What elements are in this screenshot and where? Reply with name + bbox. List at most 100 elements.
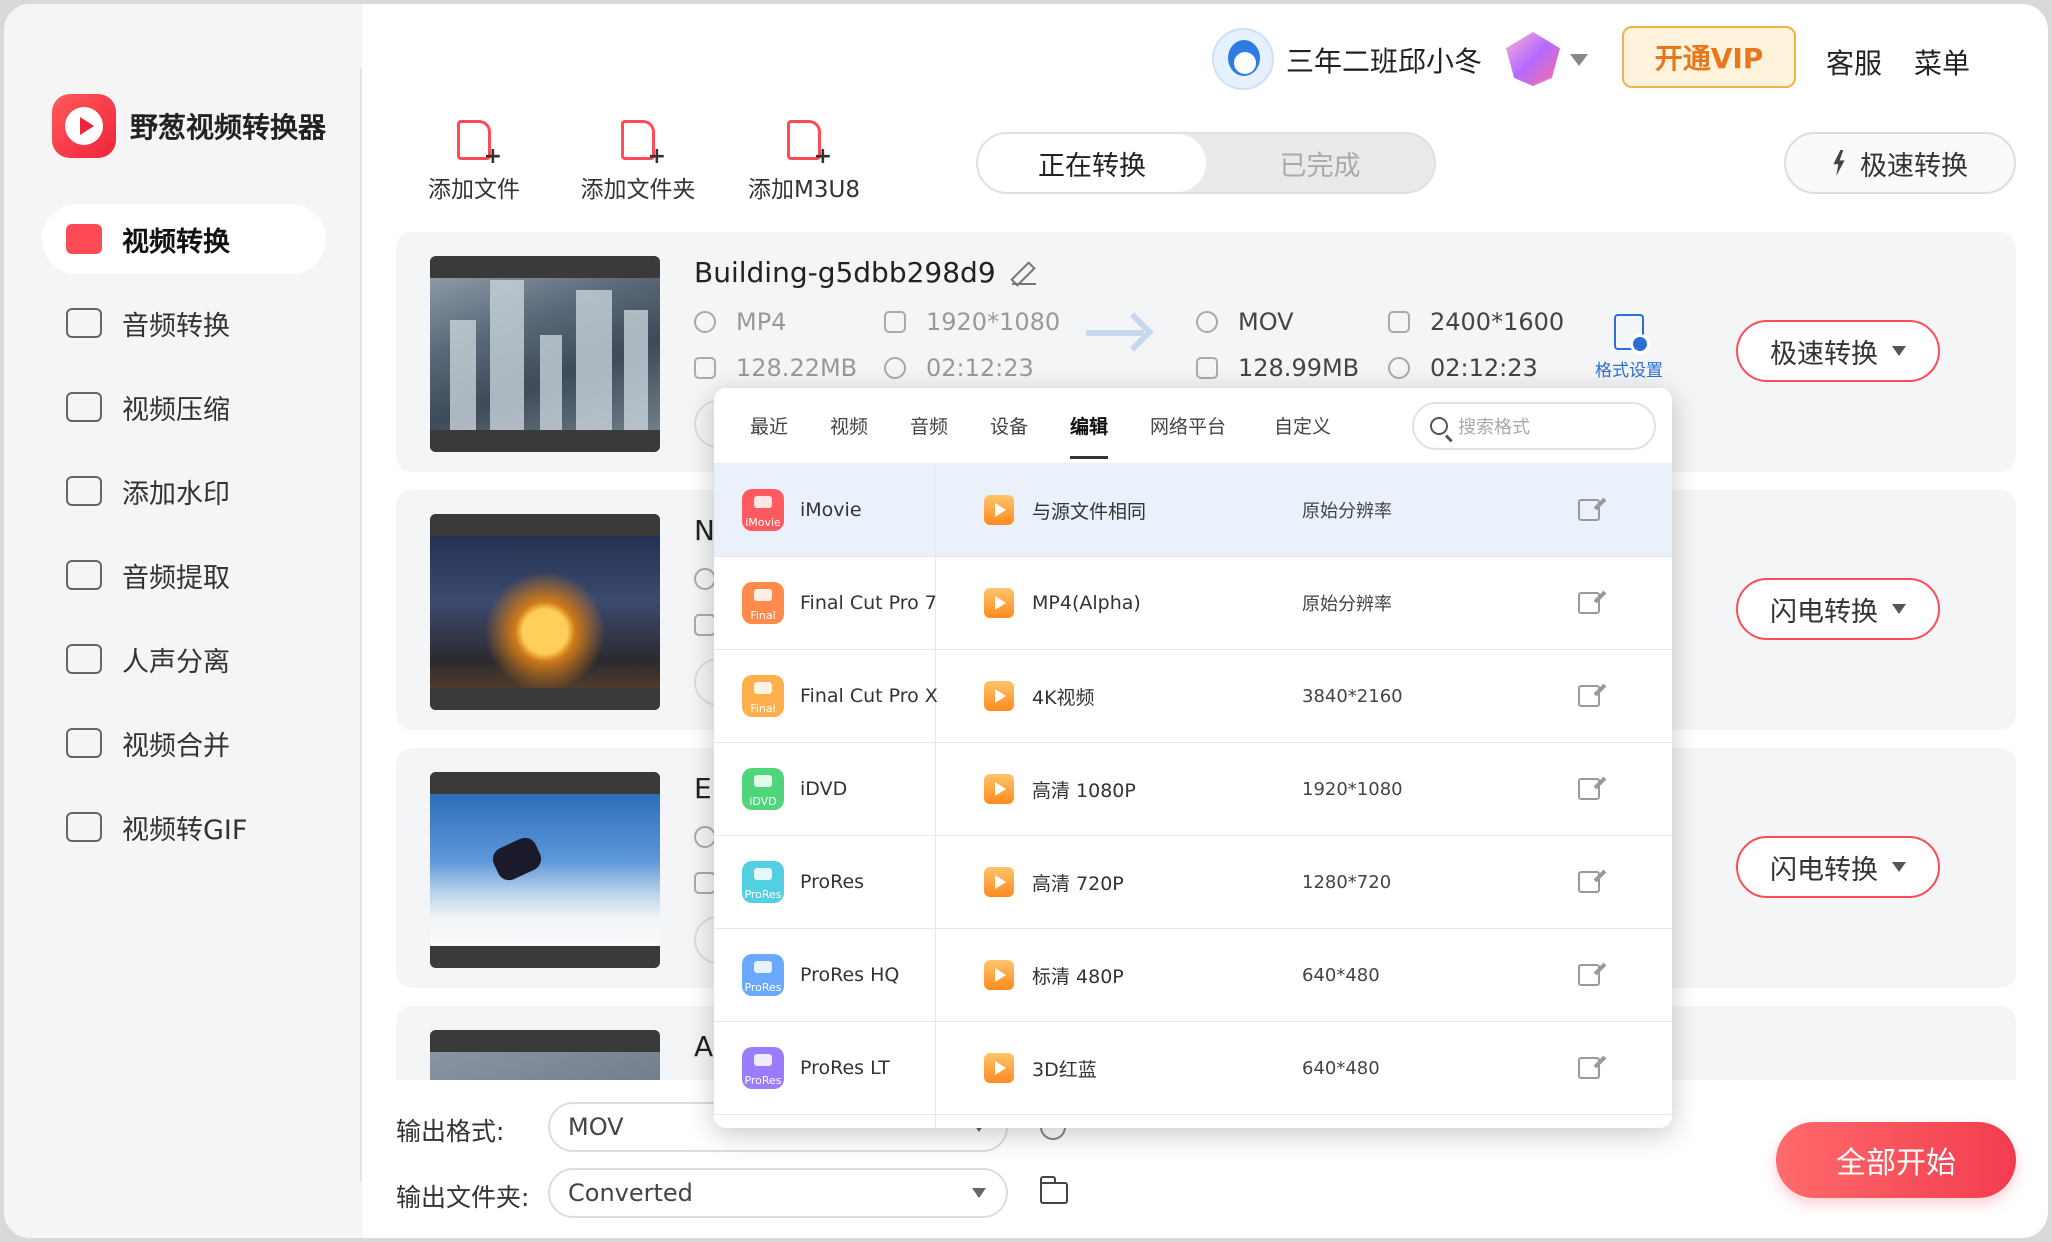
tab-audio[interactable]: 音频 <box>910 412 948 439</box>
preset-name: 高清 720P <box>1032 872 1124 895</box>
start-all-button[interactable]: 全部开始 <box>1776 1122 2016 1198</box>
video-thumbnail[interactable] <box>430 514 660 710</box>
username[interactable]: 三年二班邱小冬 <box>1286 40 1482 80</box>
folder-icon[interactable] <box>1039 1176 1068 1204</box>
edit-icon[interactable] <box>1578 685 1600 707</box>
list-item-preset[interactable]: 4K视频 3840*2160 <box>936 650 1672 743</box>
add-m3u8-button[interactable]: 添加M3U8 <box>734 120 874 204</box>
add-file-button[interactable]: 添加文件 <box>404 120 544 204</box>
output-folder-label: 输出文件夹: <box>396 1183 530 1212</box>
tab-converting[interactable]: 正在转换 <box>978 134 1206 192</box>
sidebar-item-video-gif[interactable]: 视频转GIF <box>42 792 326 862</box>
tab-completed[interactable]: 已完成 <box>1206 134 1434 192</box>
diamond-icon[interactable] <box>1506 32 1560 86</box>
preset-resolution: 640*480 <box>1302 1057 1380 1079</box>
file-name-text: N <box>694 514 715 547</box>
sidebar-item-label: 视频转换 <box>122 226 230 258</box>
list-item-app[interactable]: ProRes ProRes LT <box>714 1022 935 1115</box>
sidebar-item-label: 视频转GIF <box>122 814 248 846</box>
edit-icon[interactable] <box>1578 499 1600 521</box>
format-search-input[interactable]: 搜索格式 <box>1412 402 1656 450</box>
list-item-preset[interactable]: 3D红蓝 640*480 <box>936 1022 1672 1115</box>
chevron-down-icon[interactable] <box>1570 54 1588 66</box>
output-folder-select[interactable]: Converted <box>548 1168 1008 1218</box>
prores-icon: ProRes <box>742 861 784 903</box>
conversion-status-tabs: 正在转换 已完成 <box>976 132 1436 194</box>
format-settings-button[interactable]: 格式设置 <box>1584 314 1674 381</box>
edit-icon[interactable] <box>1578 592 1600 614</box>
tab-web-platform[interactable]: 网络平台 <box>1150 412 1226 439</box>
preset-resolution: 640*480 <box>1302 964 1380 986</box>
source-format: MP4 <box>694 308 786 336</box>
convert-button[interactable]: 极速转换 <box>1736 320 1940 382</box>
list-item-app[interactable]: ProRes ProRes <box>714 836 935 929</box>
audio-convert-icon <box>66 308 102 338</box>
speed-convert-toggle[interactable]: 极速转换 <box>1784 132 2016 194</box>
convert-button[interactable]: 闪电转换 <box>1736 578 1940 640</box>
editor-app-list: iMovie iMovie Final Final Cut Pro 7 Fina… <box>714 464 938 1128</box>
sidebar-item-audio-convert[interactable]: 音频转换 <box>42 288 326 358</box>
rename-icon[interactable] <box>1011 261 1036 285</box>
target-resolution-value: 2400*1600 <box>1430 308 1565 336</box>
sidebar-item-audio-extract[interactable]: 音频提取 <box>42 540 326 610</box>
user-avatar[interactable] <box>1212 28 1274 90</box>
list-item-app[interactable]: Final Final Cut Pro X <box>714 650 938 743</box>
preset-resolution: 1280*720 <box>1302 871 1392 893</box>
video-convert-icon <box>66 224 102 254</box>
sidebar-divider <box>360 68 362 1182</box>
tab-custom[interactable]: 自定义 <box>1274 412 1331 439</box>
source-resolution-value: 1920*1080 <box>926 308 1061 336</box>
add-m3u8-label: 添加M3U8 <box>748 177 860 203</box>
sidebar-item-vocal-separate[interactable]: 人声分离 <box>42 624 326 694</box>
video-thumbnail[interactable] <box>430 1030 660 1080</box>
video-thumbnail[interactable] <box>430 772 660 968</box>
list-item-preset[interactable]: 高清 720P 1280*720 <box>936 836 1672 929</box>
search-icon <box>1430 417 1448 435</box>
final-cut-icon: Final <box>742 675 784 717</box>
list-item-app[interactable]: iMovie iMovie <box>714 464 935 557</box>
list-item-preset[interactable]: MP4(Alpha) 原始分辨率 <box>936 557 1672 650</box>
app-logo-icon <box>52 94 116 158</box>
thumbnail-image <box>430 514 660 710</box>
list-item-app[interactable]: iDVD iDVD <box>714 743 935 836</box>
source-duration: 02:12:23 <box>884 354 1034 382</box>
sidebar-item-video-merge[interactable]: 视频合并 <box>42 708 326 778</box>
edit-icon[interactable] <box>1578 778 1600 800</box>
tab-device[interactable]: 设备 <box>990 412 1028 439</box>
edit-icon[interactable] <box>1578 1057 1600 1079</box>
vip-button[interactable]: 开通VIP <box>1622 26 1796 88</box>
add-folder-icon <box>621 120 666 169</box>
app-name: Final Cut Pro 7 <box>800 592 937 614</box>
sidebar-item-video-convert[interactable]: 视频转换 <box>42 204 326 274</box>
list-item-preset[interactable]: 高清 1080P 1920*1080 <box>936 743 1672 836</box>
preset-resolution: 原始分辨率 <box>1302 501 1392 522</box>
tab-edit[interactable]: 编辑 <box>1070 412 1109 459</box>
tab-video[interactable]: 视频 <box>830 412 868 439</box>
thumbnail-image <box>430 772 660 968</box>
speed-convert-label: 极速转换 <box>1860 150 1968 182</box>
preset-resolution: 3840*2160 <box>1302 685 1403 707</box>
edit-icon[interactable] <box>1578 964 1600 986</box>
sidebar-item-watermark[interactable]: 添加水印 <box>42 456 326 526</box>
list-item-app[interactable]: Final Final Cut Pro 7 <box>714 557 937 650</box>
video-file-icon <box>984 960 1014 990</box>
file-size-icon <box>694 872 716 894</box>
sidebar-item-video-compress[interactable]: 视频压缩 <box>42 372 326 442</box>
list-item-preset[interactable]: 与源文件相同 原始分辨率 <box>936 464 1672 557</box>
menu-link[interactable]: 菜单 <box>1914 42 1970 82</box>
preset-name: 与源文件相同 <box>1032 500 1147 523</box>
add-file-label: 添加文件 <box>428 177 520 203</box>
source-duration-value: 02:12:23 <box>926 354 1034 382</box>
tab-recent[interactable]: 最近 <box>750 412 788 439</box>
add-folder-button[interactable]: 添加文件夹 <box>568 120 708 204</box>
video-thumbnail[interactable] <box>430 256 660 452</box>
list-item-app[interactable]: ProRes ProRes HQ <box>714 929 935 1022</box>
customer-service-link[interactable]: 客服 <box>1826 42 1882 82</box>
add-file-icon <box>457 120 502 169</box>
file-size-icon <box>694 614 716 636</box>
convert-button[interactable]: 闪电转换 <box>1736 836 1940 898</box>
edit-icon[interactable] <box>1578 871 1600 893</box>
imovie-icon: iMovie <box>742 489 784 531</box>
list-item-preset[interactable]: 标清 480P 640*480 <box>936 929 1672 1022</box>
chevron-down-icon <box>972 1188 986 1198</box>
